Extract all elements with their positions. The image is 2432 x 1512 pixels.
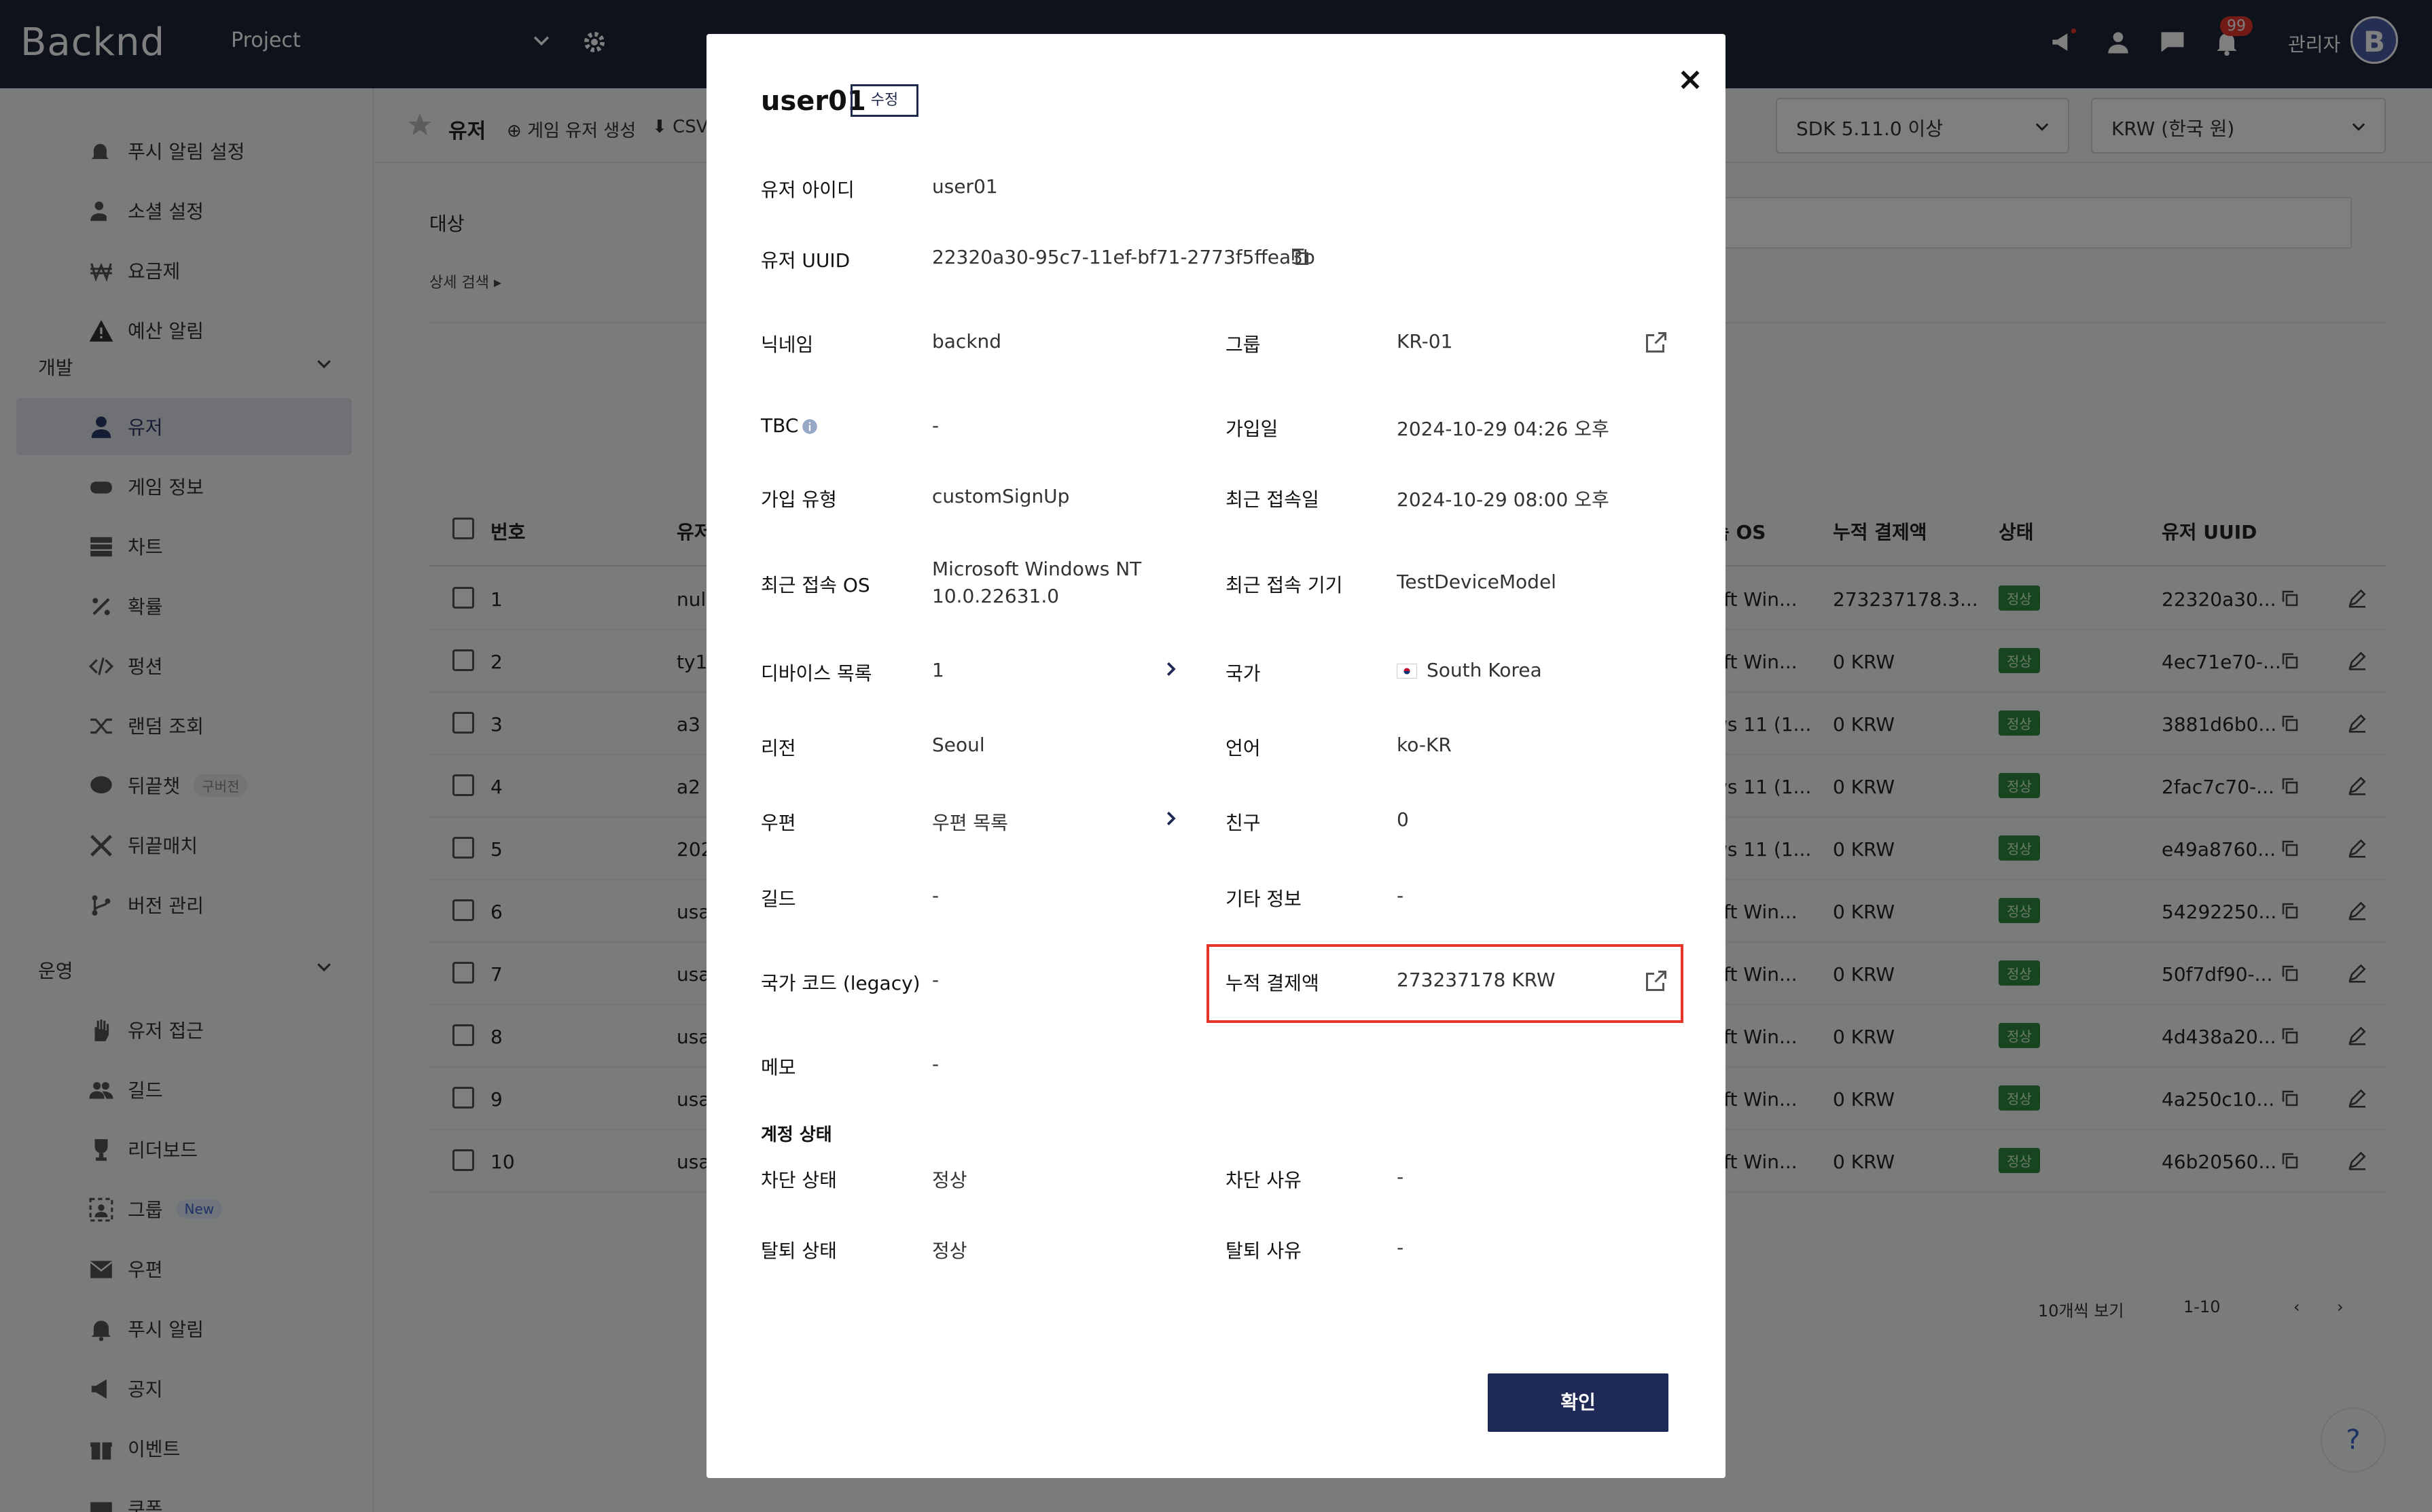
- signup-type-value: customSignUp: [932, 485, 1070, 507]
- user-id-value: user01: [932, 175, 998, 198]
- devices-value: 1: [932, 659, 944, 681]
- close-icon[interactable]: ×: [1674, 62, 1706, 95]
- extra-info-label: 기타 정보: [1226, 888, 1302, 910]
- account-status-title: 계정 상태: [761, 1125, 832, 1145]
- uuid-label: 유저 UUID: [761, 249, 851, 272]
- chevron-right-icon[interactable]: [1160, 808, 1181, 829]
- country-code-value: -: [932, 969, 940, 991]
- memo-value: -: [932, 1053, 940, 1075]
- country-code-label: 국가 코드 (legacy): [761, 972, 920, 994]
- withdraw-status-label: 탈퇴 상태: [761, 1240, 837, 1262]
- group-label: 그룹: [1226, 334, 1261, 356]
- ban-reason-label: 차단 사유: [1226, 1169, 1302, 1191]
- external-link-icon[interactable]: [1644, 969, 1668, 993]
- friends-value: 0: [1397, 808, 1409, 831]
- tbc-label-text: TBC: [761, 414, 799, 437]
- last-os-value: Microsoft Windows NT 10.0.22631.0: [932, 558, 1142, 607]
- country-label: 국가: [1226, 662, 1261, 685]
- memo-label: 메모: [761, 1056, 796, 1079]
- region-label: 리전: [761, 737, 796, 759]
- mail-value: 우편 목록: [932, 812, 1008, 834]
- chevron-right-icon[interactable]: [1160, 659, 1181, 679]
- country-value: South Korea: [1397, 659, 1542, 681]
- ban-status-label: 차단 상태: [761, 1169, 837, 1191]
- guild-value: -: [932, 884, 940, 907]
- withdraw-status-value: 정상: [932, 1240, 967, 1262]
- last-device-value: TestDeviceModel: [1397, 571, 1556, 593]
- last-os-label: 최근 접속 OS: [761, 574, 870, 596]
- edit-button[interactable]: 수정: [851, 84, 918, 117]
- last-access-label: 최근 접속일: [1226, 488, 1319, 511]
- withdraw-reason-value: -: [1397, 1236, 1404, 1259]
- tbc-label: TBC: [761, 414, 819, 437]
- paid-value: 273237178 KRW: [1397, 969, 1556, 991]
- user-id-label: 유저 아이디: [761, 179, 855, 201]
- paid-label: 누적 결제액: [1226, 972, 1319, 994]
- withdraw-reason-label: 탈퇴 사유: [1226, 1240, 1302, 1262]
- korea-flag-icon: [1397, 664, 1417, 679]
- nickname-label: 닉네임: [761, 334, 814, 356]
- guild-label: 길드: [761, 888, 796, 910]
- signup-type-label: 가입 유형: [761, 488, 837, 511]
- mail-label: 우편: [761, 812, 796, 834]
- last-access-value: 2024-10-29 08:00 오후: [1397, 488, 1609, 511]
- language-label: 언어: [1226, 737, 1261, 759]
- region-value: Seoul: [932, 734, 985, 756]
- friends-label: 친구: [1226, 812, 1261, 834]
- ban-status-value: 정상: [932, 1169, 967, 1191]
- uuid-value: 22320a30-95c7-11ef-bf71-2773f5ffea3b: [932, 246, 1315, 268]
- external-link-icon[interactable]: [1644, 330, 1668, 355]
- tbc-value: -: [932, 414, 940, 437]
- nickname-value: backnd: [932, 330, 1002, 353]
- confirm-button[interactable]: 확인: [1488, 1373, 1668, 1432]
- group-value: KR-01: [1397, 330, 1453, 353]
- copy-icon[interactable]: [1289, 246, 1311, 268]
- info-icon[interactable]: [801, 418, 819, 435]
- language-value: ko-KR: [1397, 734, 1452, 756]
- joined-value: 2024-10-29 04:26 오후: [1397, 418, 1609, 440]
- ban-reason-value: -: [1397, 1166, 1404, 1188]
- extra-info-value: -: [1397, 884, 1404, 907]
- user-detail-modal: user01 수정 × 유저 아이디 user01 유저 UUID 22320a…: [707, 34, 1725, 1478]
- last-device-label: 최근 접속 기기: [1226, 574, 1343, 596]
- devices-label: 디바이스 목록: [761, 662, 872, 685]
- joined-label: 가입일: [1226, 418, 1278, 440]
- country-name: South Korea: [1427, 659, 1542, 681]
